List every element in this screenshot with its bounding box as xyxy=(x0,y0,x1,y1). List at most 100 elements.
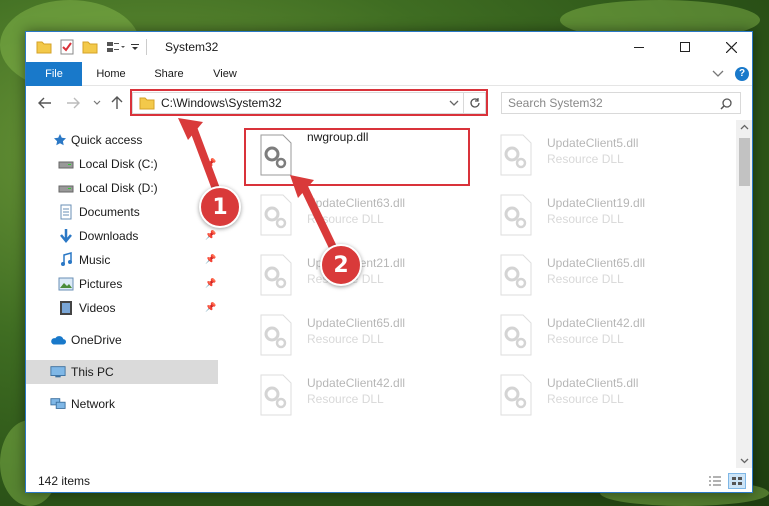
sidebar-item-downloads[interactable]: Downloads 📌 xyxy=(26,224,218,248)
pictures-icon xyxy=(58,276,74,292)
dll-file-icon xyxy=(260,254,292,296)
tab-view[interactable]: View xyxy=(200,62,250,86)
maximize-button[interactable] xyxy=(662,32,708,62)
close-button[interactable] xyxy=(708,32,752,62)
downloads-icon xyxy=(58,228,74,244)
drive-icon xyxy=(58,180,74,196)
pin-icon: 📌 xyxy=(205,158,217,168)
file-name: UpdateClient19.dll xyxy=(547,196,646,210)
vertical-scrollbar[interactable] xyxy=(736,120,752,468)
customize-toolbar-icon[interactable] xyxy=(130,42,140,52)
sidebar-item-network[interactable]: Network xyxy=(26,392,218,416)
maximize-icon xyxy=(680,42,690,52)
file-item[interactable]: UpdateClient42.dll Resource DLL xyxy=(487,308,712,364)
dll-file-icon xyxy=(260,194,292,236)
forward-button[interactable] xyxy=(64,94,82,112)
music-icon xyxy=(58,252,74,268)
sidebar-item-quick-access[interactable]: Quick access xyxy=(26,128,218,152)
file-item[interactable]: UpdateClient5.dll Resource DLL xyxy=(487,128,712,184)
file-name: UpdateClient42.dll xyxy=(547,316,646,330)
file-description: Resource DLL xyxy=(547,272,624,286)
view-options-icon[interactable] xyxy=(106,40,126,54)
file-name: UpdateClient5.dll xyxy=(547,376,639,390)
title-bar: System32 xyxy=(26,32,752,62)
sidebar-item-label: Network xyxy=(71,397,116,411)
file-description: Resource DLL xyxy=(307,212,384,226)
sidebar-item-label: Downloads xyxy=(79,229,139,243)
sidebar-item-label: This PC xyxy=(71,365,114,379)
videos-icon xyxy=(58,300,74,316)
sidebar-item-local-disk-c[interactable]: Local Disk (C:) 📌 xyxy=(26,152,218,176)
close-icon xyxy=(725,41,737,53)
file-item[interactable]: UpdateClient42.dll Resource DLL xyxy=(247,368,472,424)
up-arrow-icon xyxy=(111,96,123,109)
onedrive-icon xyxy=(50,332,66,348)
new-folder-icon[interactable] xyxy=(82,40,98,54)
sidebar-item-this-pc[interactable]: This PC xyxy=(26,360,218,384)
sidebar-item-onedrive[interactable]: OneDrive xyxy=(26,328,218,352)
navigation-pane: Quick access Local Disk (C:) 📌 Local Dis… xyxy=(26,124,221,464)
file-name: UpdateClient65.dll xyxy=(547,256,646,270)
sidebar-item-videos[interactable]: Videos 📌 xyxy=(26,296,218,320)
documents-icon xyxy=(58,204,74,220)
pin-icon: 📌 xyxy=(205,302,217,312)
file-description: Resource DLL xyxy=(547,392,624,406)
help-icon[interactable]: ? xyxy=(735,67,749,81)
sidebar-item-music[interactable]: Music 📌 xyxy=(26,248,218,272)
file-item[interactable]: UpdateClient65.dll Resource DLL xyxy=(487,248,712,304)
recent-locations-button[interactable] xyxy=(88,94,106,112)
file-explorer-window: System32 File Home Share View ? C:\Windo… xyxy=(25,31,753,493)
sidebar-item-label: Documents xyxy=(79,205,140,219)
quick-access-toolbar xyxy=(36,38,147,56)
search-icon[interactable] xyxy=(720,98,732,110)
tab-share[interactable]: Share xyxy=(144,62,194,86)
sidebar-item-pictures[interactable]: Pictures 📌 xyxy=(26,272,218,296)
minimize-button[interactable] xyxy=(616,32,662,62)
search-input[interactable]: Search System32 xyxy=(501,92,741,114)
item-count: 142 items xyxy=(38,474,91,488)
step-2-badge: 2 xyxy=(320,244,362,286)
expand-ribbon-icon[interactable] xyxy=(712,70,724,78)
sidebar-item-local-disk-d[interactable]: Local Disk (D:) xyxy=(26,176,218,200)
properties-icon[interactable] xyxy=(60,39,74,55)
file-highlight-box xyxy=(244,128,470,186)
status-bar: 142 items xyxy=(26,470,752,492)
back-button[interactable] xyxy=(36,94,54,112)
tab-home[interactable]: Home xyxy=(86,62,136,86)
dll-file-icon xyxy=(260,374,292,416)
file-name: UpdateClient5.dll xyxy=(547,136,639,150)
dll-file-icon xyxy=(260,314,292,356)
sidebar-item-documents[interactable]: Documents 📌 xyxy=(26,200,218,224)
file-description: Resource DLL xyxy=(547,212,624,226)
sidebar-item-label: Pictures xyxy=(79,277,123,291)
sidebar-item-label: Local Disk (D:) xyxy=(79,181,158,195)
dll-file-icon xyxy=(500,254,532,296)
forward-arrow-icon xyxy=(67,97,80,109)
scroll-down-icon[interactable] xyxy=(740,458,749,464)
star-icon xyxy=(52,132,68,148)
file-item[interactable]: UpdateClient19.dll Resource DLL xyxy=(487,188,712,244)
scroll-thumb[interactable] xyxy=(739,138,750,186)
folder-icon[interactable] xyxy=(36,40,52,54)
chevron-down-icon xyxy=(93,100,101,105)
tiles-view-icon xyxy=(732,477,742,485)
computer-icon xyxy=(50,364,66,380)
tab-file[interactable]: File xyxy=(26,62,82,86)
file-item[interactable]: UpdateClient5.dll Resource DLL xyxy=(487,368,712,424)
details-view-icon[interactable] xyxy=(708,475,722,487)
up-button[interactable] xyxy=(108,94,126,112)
file-name: UpdateClient63.dll xyxy=(307,196,406,210)
file-name: UpdateClient42.dll xyxy=(307,376,406,390)
dll-file-icon xyxy=(500,134,532,176)
sidebar-item-label: Music xyxy=(79,253,111,267)
pin-icon: 📌 xyxy=(205,254,217,264)
tiles-view-button[interactable] xyxy=(728,473,746,489)
sidebar-item-label: Videos xyxy=(79,301,116,315)
address-highlight-box xyxy=(130,89,488,116)
dll-file-icon xyxy=(500,194,532,236)
file-item[interactable]: UpdateClient65.dll Resource DLL xyxy=(247,308,472,364)
file-description: Resource DLL xyxy=(307,332,384,346)
step-1-badge: 1 xyxy=(199,186,241,228)
scroll-up-icon[interactable] xyxy=(740,124,749,130)
file-item[interactable]: UpdateClient63.dll Resource DLL xyxy=(247,188,472,244)
